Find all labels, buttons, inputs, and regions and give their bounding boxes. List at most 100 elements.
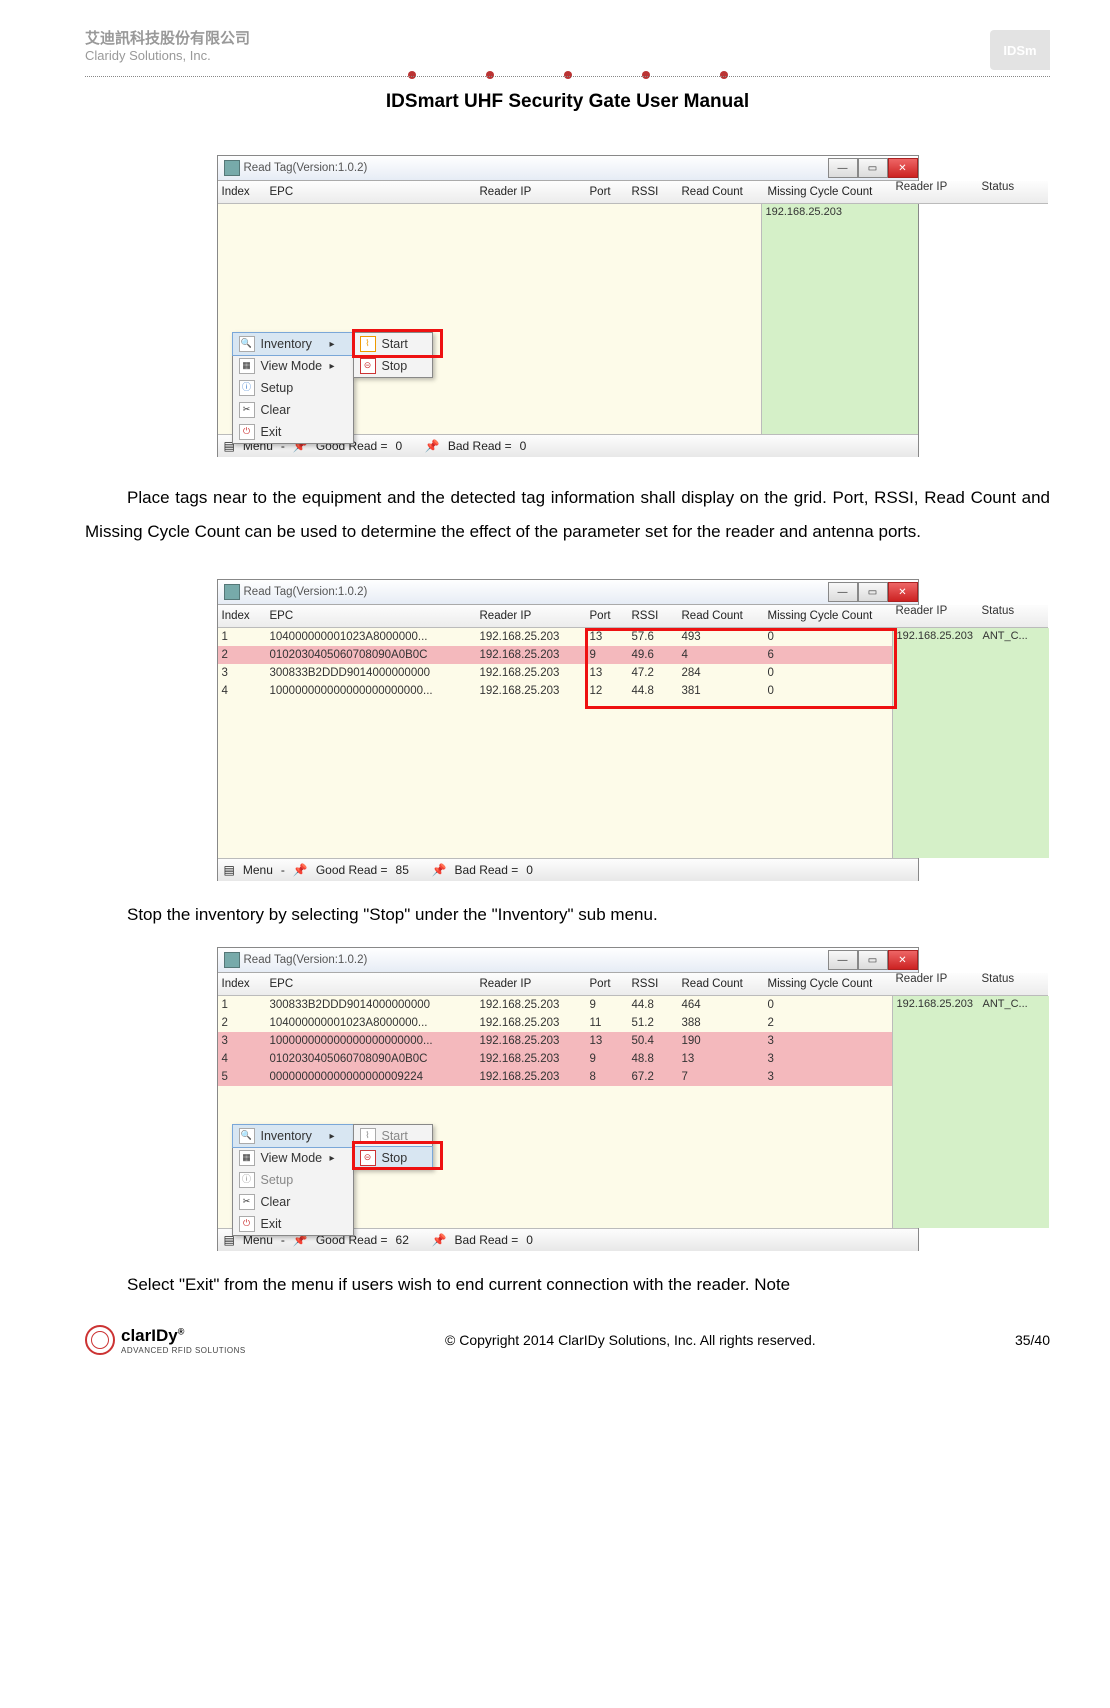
submenu-inventory[interactable]: ⌇Start ⊝Stop bbox=[353, 1124, 433, 1170]
company-name-en: Claridy Solutions, Inc. bbox=[85, 48, 250, 64]
menu-item-inventory[interactable]: 🔍Inventory▸ ⌇Start ⊝Stop bbox=[232, 332, 354, 356]
table-row: 1300833B2DDD9014000000000192.168.25.2039… bbox=[218, 996, 892, 1014]
view-icon: ▦ bbox=[239, 1150, 255, 1166]
right-row: 192.168.25.203ANT_C... bbox=[893, 996, 1049, 1012]
logo-ring-icon bbox=[85, 1325, 115, 1355]
paragraph-3: Select "Exit" from the menu if users wis… bbox=[85, 1275, 1050, 1295]
window-titlebar: Read Tag(Version:1.0.2) —▭✕ bbox=[218, 948, 918, 973]
window-titlebar: Read Tag(Version:1.0.2) —▭✕ bbox=[218, 580, 918, 605]
submenu-item-stop[interactable]: ⊝Stop bbox=[353, 1146, 433, 1170]
maximize-button[interactable]: ▭ bbox=[858, 950, 888, 970]
exit-icon: ⏻ bbox=[239, 1216, 255, 1232]
minimize-button[interactable]: — bbox=[828, 950, 858, 970]
table-header-right: Reader IPStatus bbox=[892, 973, 1048, 996]
table-row: 2104000000001023A8000000...192.168.25.20… bbox=[218, 1014, 892, 1032]
page-footer: clarIDy®ADVANCED RFID SOLUTIONS © Copyri… bbox=[85, 1317, 1050, 1359]
header-logo-right: IDSm bbox=[990, 30, 1050, 70]
pin-red-icon: 📌 bbox=[432, 1233, 447, 1247]
grid-right-pane: 192.168.25.203 bbox=[761, 204, 918, 434]
app-icon bbox=[224, 160, 240, 176]
table-row: 20102030405060708090A0B0C192.168.25.2039… bbox=[218, 646, 892, 664]
right-row: 192.168.25.203 bbox=[762, 204, 918, 220]
chevron-right-icon: ▸ bbox=[329, 1131, 334, 1142]
grid-right-pane: 192.168.25.203ANT_C... bbox=[892, 628, 1049, 858]
stop-icon: ⊝ bbox=[360, 358, 376, 374]
pin-green-icon: 📌 bbox=[293, 863, 308, 877]
app-icon bbox=[224, 584, 240, 600]
submenu-inventory[interactable]: ⌇Start ⊝Stop bbox=[353, 332, 433, 378]
info-icon: ⓘ bbox=[239, 380, 255, 396]
table-header-left: Index EPC Reader IP Port RSSI Read Count… bbox=[218, 181, 892, 204]
menu-icon: ▤ bbox=[224, 863, 235, 877]
table-header-left: IndexEPCReader IPPortRSSIRead CountMissi… bbox=[218, 973, 892, 996]
dotted-divider bbox=[85, 76, 1050, 77]
close-button[interactable]: ✕ bbox=[888, 582, 918, 602]
table-row: 1104000000001023A8000000...192.168.25.20… bbox=[218, 628, 892, 646]
table-row: 3100000000000000000000000...192.168.25.2… bbox=[218, 1032, 892, 1050]
info-icon: ⓘ bbox=[239, 1172, 255, 1188]
close-button[interactable]: ✕ bbox=[888, 950, 918, 970]
table-header-right: Reader IP Status bbox=[892, 181, 1048, 204]
table-header-left: IndexEPCReader IPPortRSSIRead CountMissi… bbox=[218, 605, 892, 628]
menu-item-setup: ⓘSetup bbox=[233, 1169, 353, 1191]
chevron-right-icon: ▸ bbox=[329, 1153, 334, 1164]
minimize-button[interactable]: — bbox=[828, 158, 858, 178]
minimize-button[interactable]: — bbox=[828, 582, 858, 602]
menu-item-clear[interactable]: ✂Clear bbox=[233, 1191, 353, 1213]
screenshot-2: Read Tag(Version:1.0.2) —▭✕ IndexEPCRead… bbox=[217, 579, 919, 881]
maximize-button[interactable]: ▭ bbox=[858, 582, 888, 602]
menu-item-exit[interactable]: ⏻Exit bbox=[233, 421, 353, 443]
footer-copyright: © Copyright 2014 ClarIDy Solutions, Inc.… bbox=[445, 1332, 816, 1348]
submenu-item-start[interactable]: ⌇Start bbox=[354, 1125, 432, 1147]
screenshot-3: Read Tag(Version:1.0.2) —▭✕ IndexEPCRead… bbox=[217, 947, 919, 1251]
table-header-right: Reader IPStatus bbox=[892, 605, 1048, 628]
chevron-right-icon: ▸ bbox=[329, 339, 334, 350]
clear-icon: ✂ bbox=[239, 402, 255, 418]
status-bar: ▤Menu- 📌Good Read =85 📌Bad Read =0 bbox=[218, 858, 918, 881]
menu-item-viewmode[interactable]: ▦View Mode▸ bbox=[233, 1147, 353, 1169]
window-title: Read Tag(Version:1.0.2) bbox=[244, 954, 368, 966]
window-titlebar: Read Tag(Version:1.0.2) — ▭ ✕ bbox=[218, 156, 918, 181]
context-menu[interactable]: 🔍Inventory▸ ⌇Start ⊝Stop ▦View Mode▸ ⓘSe… bbox=[232, 332, 354, 444]
footer-logo: clarIDy®ADVANCED RFID SOLUTIONS bbox=[85, 1325, 246, 1355]
magnifier-icon: 🔍 bbox=[239, 1128, 255, 1144]
company-name-ch: 艾迪訊科技股份有限公司 bbox=[85, 30, 250, 48]
maximize-button[interactable]: ▭ bbox=[858, 158, 888, 178]
menu-item-clear[interactable]: ✂Clear bbox=[233, 399, 353, 421]
grid-left-pane: 🔍Inventory▸ ⌇Start ⊝Stop ▦View Mode▸ ⓘSe… bbox=[218, 204, 761, 434]
exit-icon: ⏻ bbox=[239, 424, 255, 440]
grid-left-pane: 1104000000001023A8000000...192.168.25.20… bbox=[218, 628, 892, 858]
chevron-right-icon: ▸ bbox=[329, 361, 334, 372]
table-row: 5000000000000000000009224192.168.25.2038… bbox=[218, 1068, 892, 1086]
menu-item-exit[interactable]: ⏻Exit bbox=[233, 1213, 353, 1235]
app-icon bbox=[224, 952, 240, 968]
grid-left-pane: 1300833B2DDD9014000000000192.168.25.2039… bbox=[218, 996, 892, 1228]
divider-dots bbox=[85, 71, 1050, 79]
rss-icon: ⌇ bbox=[360, 336, 376, 352]
table-row: 3300833B2DDD9014000000000192.168.25.2031… bbox=[218, 664, 892, 682]
screenshot-1: Read Tag(Version:1.0.2) — ▭ ✕ Index EPC … bbox=[217, 155, 919, 457]
window-title: Read Tag(Version:1.0.2) bbox=[244, 586, 368, 598]
stop-icon: ⊝ bbox=[360, 1150, 376, 1166]
menu-item-viewmode[interactable]: ▦View Mode▸ bbox=[233, 355, 353, 377]
close-button[interactable]: ✕ bbox=[888, 158, 918, 178]
footer-page-number: 35/40 bbox=[1015, 1332, 1050, 1348]
company-block: 艾迪訊科技股份有限公司 Claridy Solutions, Inc. bbox=[85, 30, 250, 64]
rss-icon: ⌇ bbox=[360, 1128, 376, 1144]
pin-red-icon: 📌 bbox=[432, 863, 447, 877]
menu-item-setup[interactable]: ⓘSetup bbox=[233, 377, 353, 399]
paragraph-2: Stop the inventory by selecting "Stop" u… bbox=[85, 905, 1050, 925]
manual-title: IDSmart UHF Security Gate User Manual bbox=[85, 91, 1050, 113]
clear-icon: ✂ bbox=[239, 1194, 255, 1210]
grid-right-pane: 192.168.25.203ANT_C... bbox=[892, 996, 1049, 1228]
menu-item-inventory[interactable]: 🔍Inventory▸ ⌇Start ⊝Stop bbox=[232, 1124, 354, 1148]
submenu-item-start[interactable]: ⌇Start bbox=[354, 333, 432, 355]
table-row: 40102030405060708090A0B0C192.168.25.2039… bbox=[218, 1050, 892, 1068]
pin-red-icon: 📌 bbox=[425, 439, 440, 453]
submenu-item-stop[interactable]: ⊝Stop bbox=[354, 355, 432, 377]
right-row: 192.168.25.203ANT_C... bbox=[893, 628, 1049, 644]
context-menu[interactable]: 🔍Inventory▸ ⌇Start ⊝Stop ▦View Mode▸ ⓘSe… bbox=[232, 1124, 354, 1236]
window-buttons: — ▭ ✕ bbox=[828, 158, 918, 178]
magnifier-icon: 🔍 bbox=[239, 336, 255, 352]
menu-button[interactable]: Menu bbox=[243, 863, 273, 877]
